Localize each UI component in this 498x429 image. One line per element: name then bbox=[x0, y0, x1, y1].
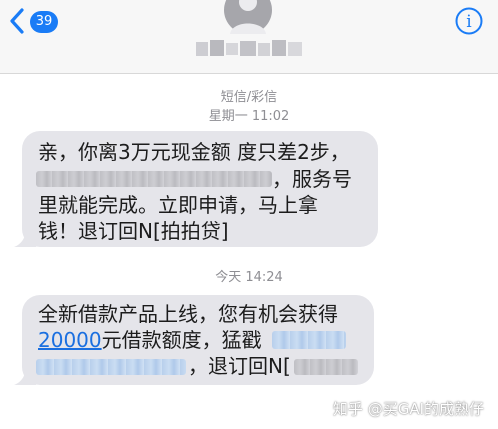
contact-name-redacted[interactable] bbox=[196, 40, 304, 58]
message-text-line: 亲，你离3万元现金额 度只差2步， bbox=[38, 140, 350, 164]
redacted-link[interactable] bbox=[272, 331, 346, 349]
redacted-text bbox=[36, 171, 272, 187]
message-text-line: 钱！退订回N[拍拍贷] bbox=[38, 219, 229, 243]
message-text-line: ，服务号 bbox=[272, 167, 352, 191]
back-button[interactable]: 39 bbox=[6, 6, 76, 36]
incoming-message-bubble[interactable]: 亲，你离3万元现金额 度只差2步， ，服务号 里就能完成。立即申请，马上拿 钱！… bbox=[14, 131, 378, 247]
info-glyph: i bbox=[466, 12, 472, 32]
message-text-line: 里就能完成。立即申请，马上拿 bbox=[38, 193, 318, 217]
messages-screen: 39 i 短信/彩信 星期一 11:02 亲，你离3万元现金额 度只差2步， ，… bbox=[0, 0, 498, 429]
message-text-line: 20000元借款额度，猛戳 bbox=[38, 327, 262, 353]
chevron-left-icon bbox=[10, 8, 24, 34]
incoming-message-bubble[interactable]: 全新借款产品上线，您有机会获得 20000元借款额度，猛戳 ，退订回N[ bbox=[14, 295, 374, 385]
message-text-segment: 元借款额度，猛戳 bbox=[101, 328, 262, 352]
message-text-line: ，退订回N[ bbox=[188, 354, 291, 378]
message-timestamp: 今天 14:24 bbox=[215, 270, 283, 285]
message-text-line: 全新借款产品上线，您有机会获得 bbox=[38, 302, 338, 326]
thread-channel-label: 短信/彩信 bbox=[220, 90, 278, 105]
bubble-tail bbox=[14, 365, 36, 385]
redacted-text bbox=[294, 359, 358, 375]
loan-amount-link[interactable]: 20000 bbox=[38, 328, 102, 352]
bubble-tail bbox=[14, 227, 36, 247]
watermark: 知乎 @买GAI的成熟仔 bbox=[332, 400, 484, 418]
redacted-link[interactable] bbox=[36, 359, 186, 375]
conversation-header: 39 i bbox=[0, 0, 498, 74]
info-circle-icon[interactable]: i bbox=[454, 6, 484, 36]
person-avatar-icon[interactable] bbox=[224, 0, 272, 36]
message-timestamp: 星期一 11:02 bbox=[208, 109, 290, 124]
unread-count-badge: 39 bbox=[30, 11, 58, 33]
